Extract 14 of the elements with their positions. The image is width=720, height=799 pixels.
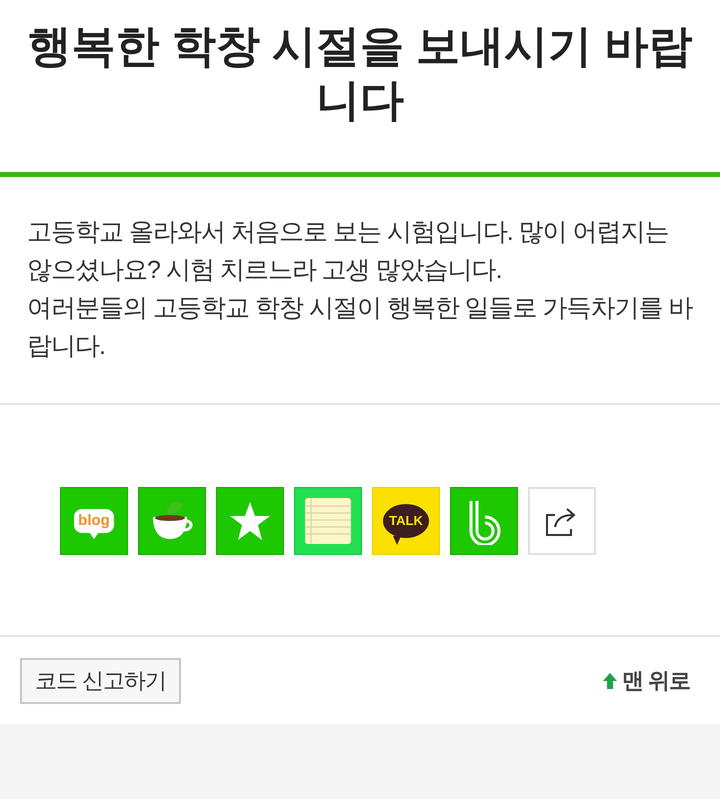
up-arrow-icon [602, 672, 617, 688]
star-icon [230, 502, 270, 540]
post-title: 행복한 학창 시절을 보내시기 바랍니다 [26, 21, 694, 127]
band-share-button[interactable] [450, 487, 518, 555]
memo-share-button[interactable] [294, 487, 362, 555]
body-paragraph: 여러분들의 고등학교 학창 시절이 행복한 일들로 가득차기를 바랍니다. [27, 293, 693, 362]
report-code-button[interactable]: 코드 신고하기 [20, 658, 182, 704]
talk-share-button[interactable]: TALK [372, 487, 440, 555]
bookmark-share-button[interactable] [216, 487, 284, 555]
cafe-share-button[interactable] [138, 487, 206, 555]
back-to-top-link[interactable]: 맨 위로 [602, 664, 700, 697]
body-paragraph: 고등학교 올라와서 처음으로 보는 시험입니다. 많이 어렵지는 않으셨나요? 시험 치르느라 고생 많았습니다. [27, 217, 670, 286]
share-button[interactable] [528, 487, 596, 555]
notepad-icon [305, 498, 351, 544]
